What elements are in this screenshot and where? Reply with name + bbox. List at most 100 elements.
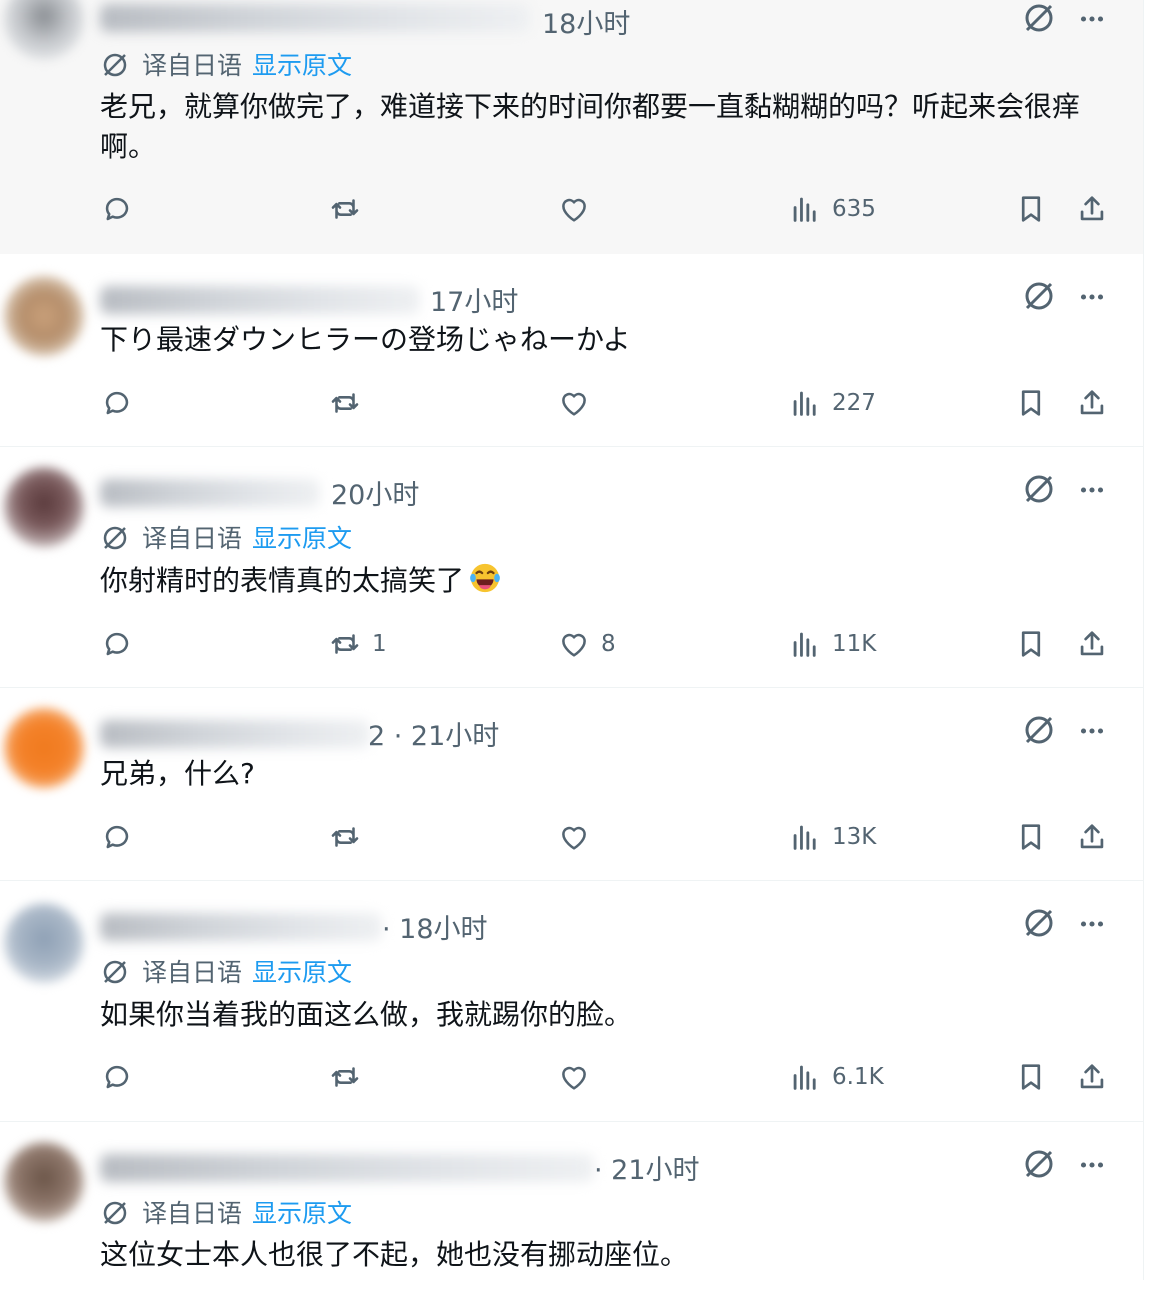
share-button[interactable] [1075,189,1109,229]
avatar[interactable] [4,1142,84,1222]
repost-button[interactable] [328,383,372,423]
post-text: 兄弟，什么? [100,757,255,790]
post-time[interactable]: 17小时 [430,280,518,319]
grok-icon[interactable] [1021,905,1057,941]
post-time[interactable]: 2 · 21小时 [368,714,499,753]
share-button[interactable] [1075,383,1109,423]
more-dots-icon[interactable] [1075,2,1109,36]
grok-icon[interactable] [1021,0,1057,36]
bookmark-button[interactable] [1014,189,1048,229]
post-header: · 21小时 [100,1146,1143,1186]
show-original-link[interactable]: 显示原文 [252,1199,352,1228]
repost-button[interactable] [328,1057,372,1097]
share-upload-icon [1080,1064,1104,1089]
bookmark-icon [1021,1064,1041,1090]
reply-bubble-icon [105,632,129,656]
repost-button[interactable] [328,817,372,857]
repost-count: 1 [372,631,387,657]
share-upload-icon [1080,196,1104,221]
post-time[interactable]: 18小时 [542,2,630,41]
bookmark-button[interactable] [1014,624,1048,664]
reply-post[interactable]: · 21小时 译自日语 显示原文 这位女士本人也很了不起，她也没有挪动座位。 [0,1122,1143,1292]
heart-icon [562,826,586,850]
translated-from-label: 译自日语 [142,524,243,553]
share-button[interactable] [1075,1057,1109,1097]
author-name-blurred[interactable] [100,1154,594,1182]
show-original-link[interactable]: 显示原文 [252,524,352,553]
like-button[interactable]: 8 [557,624,616,664]
translated-from-label: 译自日语 [142,958,243,987]
heart-icon [562,633,586,657]
bookmark-button[interactable] [1014,1057,1048,1097]
post-time[interactable]: · 18小时 [382,907,488,946]
reply-button[interactable] [100,817,144,857]
reply-post[interactable]: 17小时 下り最速ダウンヒラーの登场じゃねーかよ 227 [0,254,1143,447]
like-button[interactable] [557,817,601,857]
views-button[interactable]: 227 [788,383,876,423]
grok-icon[interactable] [1021,278,1057,314]
more-dots-icon[interactable] [1075,1148,1109,1182]
author-name-blurred[interactable] [100,4,530,32]
author-name-blurred[interactable] [100,286,420,314]
grok-icon[interactable] [1021,712,1057,748]
views-button[interactable]: 13K [788,817,876,857]
post-header: 17小时 [100,278,1143,318]
like-button[interactable] [557,189,601,229]
reply-post[interactable]: 20小时 译自日语 显示原文 你射精时的表情真的太搞笑了 1 8 11K [0,447,1143,688]
more-dots-icon[interactable] [1075,714,1109,748]
bookmark-button[interactable] [1014,383,1048,423]
retweet-icon [331,199,359,219]
author-name-blurred[interactable] [100,479,320,507]
views-button[interactable]: 635 [788,189,876,229]
translate-icon [103,960,127,984]
post-text: 老兄，就算你做完了，难道接下来的时间你都要一直黏糊糊的吗？听起来会很痒啊。 [100,90,1081,163]
more-dots-icon[interactable] [1075,280,1109,314]
avatar[interactable] [4,903,84,983]
show-original-link[interactable]: 显示原文 [252,958,352,987]
reply-post[interactable]: · 18小时 译自日语 显示原文 如果你当着我的面这么做，我就踢你的脸。 6.1K [0,881,1143,1122]
more-dots-icon[interactable] [1075,907,1109,941]
reply-button[interactable] [100,383,144,423]
share-button[interactable] [1075,624,1109,664]
post-time[interactable]: 20小时 [331,473,419,512]
grok-icon[interactable] [1021,471,1057,507]
show-original-link[interactable]: 显示原文 [252,51,352,80]
translation-row: 译自日语 显示原文 [100,46,352,82]
author-name-blurred[interactable] [100,913,382,941]
more-dots-icon[interactable] [1075,473,1109,507]
views-chart-icon [793,197,816,222]
grok-icon[interactable] [1021,1146,1057,1182]
reply-post[interactable]: 2 · 21小时 兄弟，什么? 13K [0,688,1143,881]
retweet-icon [331,634,359,654]
action-bar: 6.1K [100,1057,1120,1097]
bookmark-button[interactable] [1014,817,1048,857]
avatar[interactable] [4,467,84,547]
views-chart-icon [793,632,816,657]
heart-icon [562,392,586,416]
post-time[interactable]: · 21小时 [594,1148,700,1187]
avatar[interactable] [4,276,84,356]
like-button[interactable] [557,1057,601,1097]
post-header: 18小时 [100,0,1143,40]
like-button[interactable] [557,383,601,423]
author-name-blurred[interactable] [100,720,370,748]
reply-button[interactable] [100,624,144,664]
heart-icon [562,1066,586,1090]
post-text-content: 你射精时的表情真的太搞笑了 [100,564,465,597]
reply-post[interactable]: 18小时 译自日语 显示原文 老兄，就算你做完了，难道接下来的时间你都要一直黏糊糊… [0,0,1143,255]
avatar[interactable] [4,708,84,788]
reply-bubble-icon [105,197,129,221]
reply-feed: 18小时 译自日语 显示原文 老兄，就算你做完了，难道接下来的时间你都要一直黏糊糊… [0,0,1144,1292]
reply-button[interactable] [100,1057,144,1097]
repost-button[interactable] [328,189,372,229]
views-button[interactable]: 6.1K [788,1057,884,1097]
post-text: 这位女士本人也很了不起，她也没有挪动座位。 [100,1238,689,1271]
avatar[interactable] [4,0,84,60]
reply-button[interactable] [100,189,144,229]
action-bar: 1 8 11K [100,624,1120,664]
repost-button[interactable]: 1 [328,624,387,664]
post-header: 20小时 [100,471,1143,511]
views-button[interactable]: 11K [788,624,876,664]
share-button[interactable] [1075,817,1109,857]
views-chart-icon [793,825,816,850]
